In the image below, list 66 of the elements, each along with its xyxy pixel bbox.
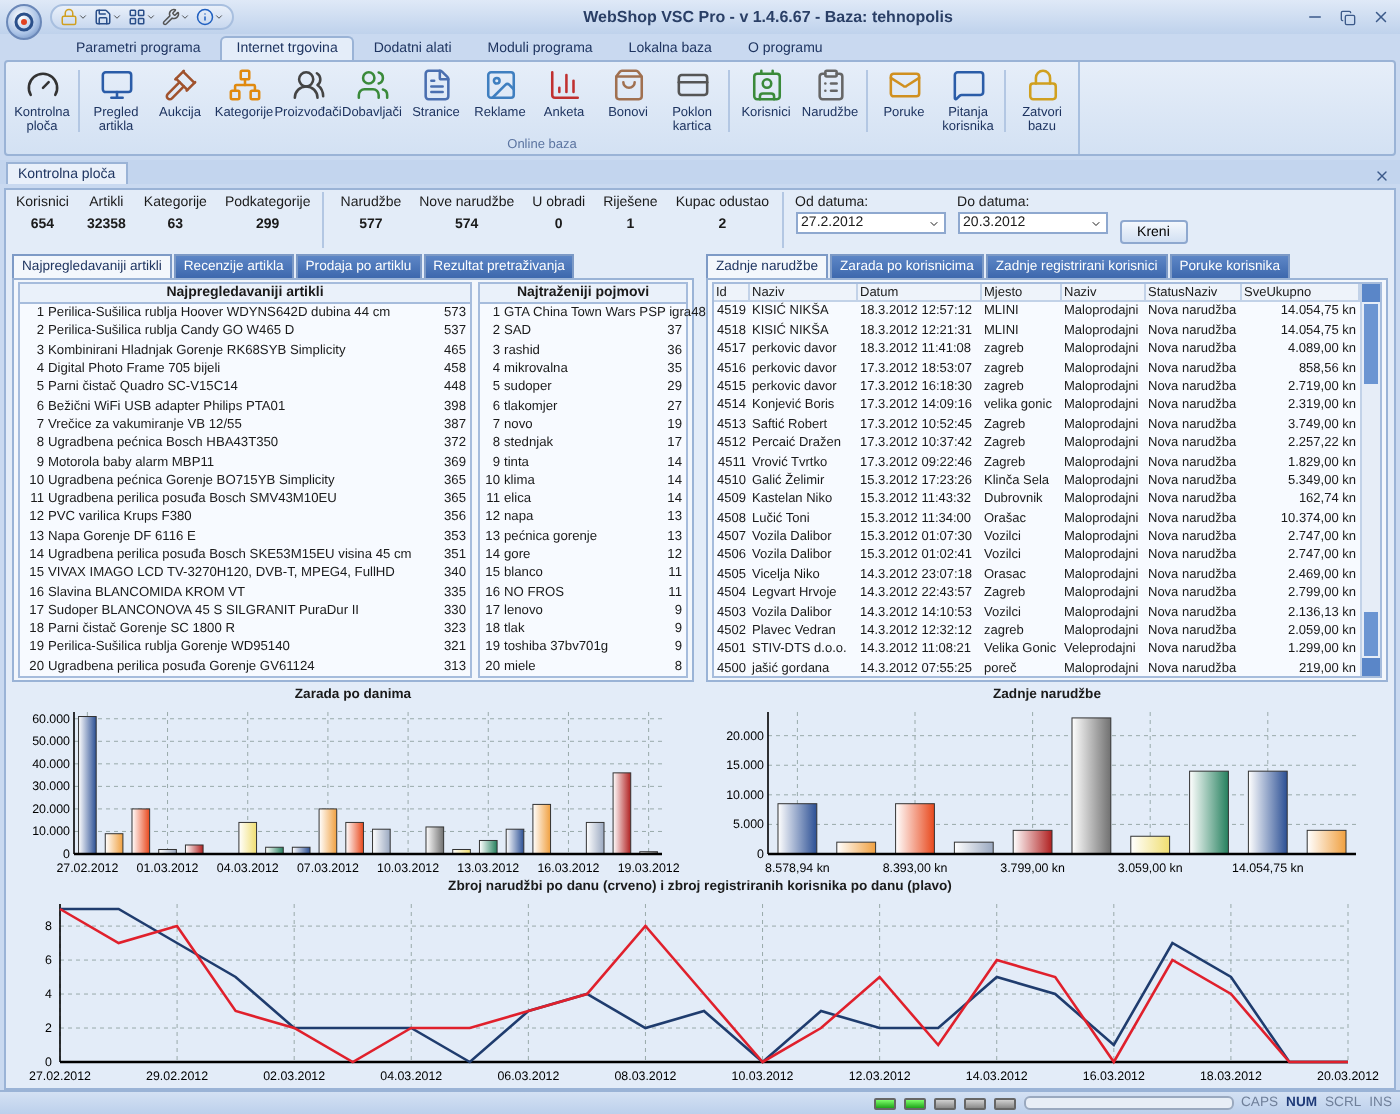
- app-logo[interactable]: [6, 3, 42, 39]
- bar: [584, 821, 604, 855]
- bar: [952, 841, 993, 855]
- caret-icon: [214, 12, 224, 22]
- caret-icon: [78, 12, 88, 22]
- bar: [290, 846, 310, 855]
- people-icon: [355, 68, 389, 102]
- caret-icon: [1089, 217, 1102, 229]
- speech-bubble-icon: [951, 68, 985, 102]
- bar: [371, 828, 390, 855]
- save-icon: [94, 8, 112, 26]
- bar: [1246, 770, 1287, 855]
- bar: [1188, 770, 1228, 855]
- caret-icon: [146, 12, 156, 22]
- bar: [1011, 829, 1052, 855]
- quick-access-button[interactable]: [162, 8, 190, 26]
- hierarchy-icon: [227, 68, 261, 102]
- lock-icon: [60, 8, 78, 26]
- bar-chart-icon: [547, 68, 581, 102]
- bar: [776, 803, 817, 855]
- bag-icon: [611, 68, 645, 102]
- picture-frame-icon: [483, 68, 517, 102]
- bar: [130, 808, 150, 855]
- contact-card-icon: [749, 68, 783, 102]
- bar: [103, 833, 123, 855]
- caret-icon: [112, 12, 122, 22]
- lock-icon: [1025, 68, 1059, 102]
- restore-icon[interactable]: [1336, 9, 1360, 25]
- gauge-icon: [25, 68, 59, 102]
- info-icon: [196, 8, 214, 26]
- bar: [504, 828, 524, 855]
- bar: [183, 844, 203, 855]
- vertical-scrollbar[interactable]: [1360, 284, 1380, 676]
- bar: [611, 772, 631, 855]
- bar: [424, 826, 444, 855]
- bar: [1129, 835, 1170, 855]
- bar: [451, 849, 470, 855]
- bar: [237, 821, 257, 855]
- caret-icon: [927, 217, 940, 229]
- bar: [317, 808, 337, 855]
- window-title: WebShop VSC Pro - v 1.4.6.67 - Baza: tehnopolis: [581, 8, 955, 26]
- bar: [1070, 717, 1111, 855]
- people-icon: [291, 68, 325, 102]
- bar: [157, 849, 176, 855]
- window-icon: [128, 8, 146, 26]
- bar: [894, 803, 934, 855]
- clipboard-icon: [813, 68, 847, 102]
- bar: [531, 803, 551, 855]
- document-icon: [419, 68, 453, 102]
- bar: [835, 841, 876, 855]
- caret-icon: [180, 12, 190, 22]
- card-icon: [675, 68, 709, 102]
- monitor-icon: [99, 68, 133, 102]
- quick-access-button[interactable]: [128, 8, 156, 26]
- quick-access-button[interactable]: [196, 8, 224, 26]
- bar: [1305, 829, 1346, 855]
- bar: [77, 716, 96, 855]
- bar: [264, 846, 283, 855]
- y-axis: [766, 711, 768, 855]
- quick-access-button[interactable]: [94, 8, 122, 26]
- bar: [477, 840, 497, 855]
- gavel-icon: [163, 68, 197, 102]
- wrench-icon: [162, 8, 180, 26]
- envelope-icon: [887, 68, 921, 102]
- bar: [344, 821, 363, 855]
- y-axis: [72, 711, 74, 855]
